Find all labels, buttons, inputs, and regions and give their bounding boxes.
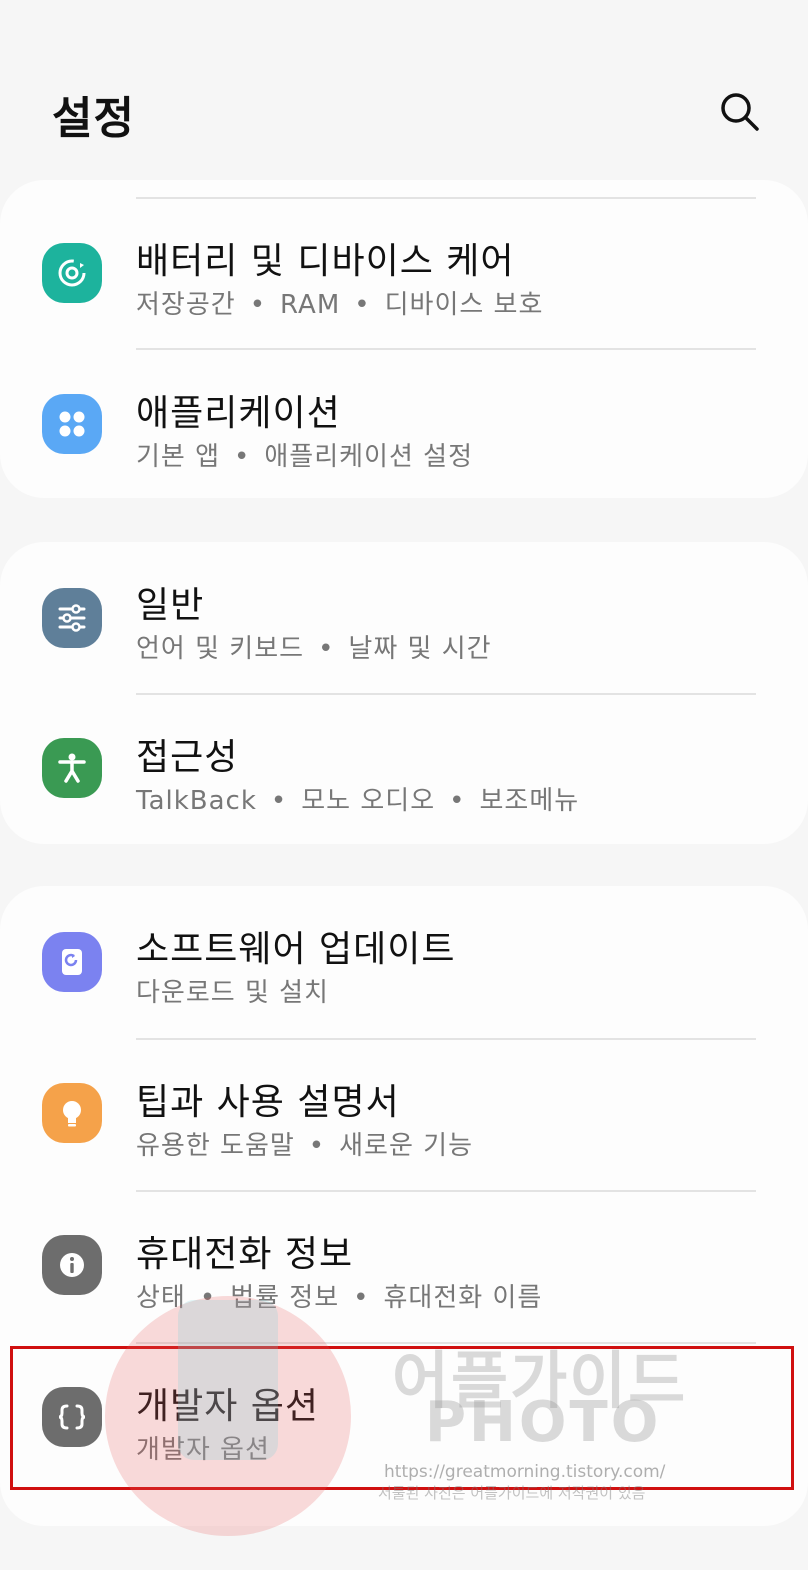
menu-item-subtitle: 저장공간 • RAM • 디바이스 보호 bbox=[136, 284, 543, 321]
menu-item-title: 개발자 옵션 bbox=[136, 1386, 320, 1427]
menu-item-title: 팁과 사용 설명서 bbox=[136, 1082, 400, 1123]
menu-item-subtitle: 상태 • 법률 정보 • 휴대전화 이름 bbox=[136, 1277, 542, 1314]
menu-item-developer-options[interactable]: 개발자 옵션 개발자 옵션 bbox=[0, 1343, 808, 1495]
menu-item-subtitle: 개발자 옵션 bbox=[136, 1429, 270, 1466]
subtitle-part: 언어 및 키보드 bbox=[136, 634, 305, 664]
menu-item-title: 휴대전화 정보 bbox=[136, 1234, 354, 1275]
sliders-icon bbox=[42, 588, 102, 648]
separator-dot: • bbox=[199, 1283, 217, 1313]
menu-item-subtitle: 기본 앱 • 애플리케이션 설정 bbox=[136, 436, 473, 473]
subtitle-part: RAM bbox=[280, 290, 341, 320]
lightbulb-icon bbox=[42, 1083, 102, 1143]
menu-item-tips[interactable]: 팁과 사용 설명서 유용한 도움말 • 새로운 기능 bbox=[0, 1039, 808, 1191]
subtitle-part: 다운로드 및 설치 bbox=[136, 978, 329, 1008]
info-icon bbox=[42, 1235, 102, 1295]
separator-dot: • bbox=[234, 442, 251, 472]
apps-icon bbox=[42, 394, 102, 454]
subtitle-part: 모노 오디오 bbox=[301, 786, 436, 816]
menu-item-subtitle: 언어 및 키보드 • 날짜 및 시간 bbox=[136, 628, 492, 665]
settings-group-1: 배터리 및 디바이스 케어 저장공간 • RAM • 디바이스 보호 애플리케이션 기본… bbox=[0, 180, 808, 498]
separator-dot: • bbox=[308, 1131, 326, 1161]
menu-item-software-update[interactable]: 소프트웨어 업데이트 다운로드 및 설치 bbox=[0, 886, 808, 1038]
separator-dot: • bbox=[354, 290, 371, 320]
search-icon bbox=[721, 93, 759, 131]
subtitle-part: 새로운 기능 bbox=[339, 1131, 474, 1161]
menu-item-accessibility[interactable]: 접근성 TalkBack • 모노 오디오 • 보조메뉴 bbox=[0, 694, 808, 844]
menu-item-subtitle: TalkBack • 모노 오디오 • 보조메뉴 bbox=[136, 780, 579, 817]
menu-item-general[interactable]: 일반 언어 및 키보드 • 날짜 및 시간 bbox=[0, 542, 808, 694]
menu-item-device-care[interactable]: 배터리 및 디바이스 케어 저장공간 • RAM • 디바이스 보호 bbox=[0, 198, 808, 350]
separator-dot: • bbox=[318, 634, 335, 664]
menu-item-subtitle: 다운로드 및 설치 bbox=[136, 972, 329, 1009]
settings-group-3: 소프트웨어 업데이트 다운로드 및 설치 팁과 사용 설명서 유용한 도움말 • 새… bbox=[0, 886, 808, 1526]
menu-item-title: 접근성 bbox=[136, 737, 239, 778]
menu-item-subtitle: 유용한 도움말 • 새로운 기능 bbox=[136, 1125, 473, 1162]
search-button[interactable] bbox=[716, 88, 764, 136]
subtitle-part: 날짜 및 시간 bbox=[348, 634, 492, 664]
device-care-icon bbox=[42, 243, 102, 303]
menu-item-about-phone[interactable]: 휴대전화 정보 상태 • 법률 정보 • 휴대전화 이름 bbox=[0, 1191, 808, 1343]
separator-dot: • bbox=[353, 1283, 370, 1313]
subtitle-part: 법률 정보 bbox=[230, 1283, 340, 1313]
separator-dot: • bbox=[249, 290, 267, 320]
page-title: 설정 bbox=[52, 93, 135, 144]
menu-item-applications[interactable]: 애플리케이션 기본 앱 • 애플리케이션 설정 bbox=[0, 350, 808, 498]
subtitle-part: 디바이스 보호 bbox=[384, 290, 544, 320]
subtitle-part: TalkBack bbox=[136, 786, 257, 816]
app-header: 설정 bbox=[0, 0, 808, 180]
menu-item-title: 소프트웨어 업데이트 bbox=[136, 929, 456, 970]
subtitle-part: 보조메뉴 bbox=[479, 786, 580, 816]
subtitle-part: 유용한 도움말 bbox=[136, 1131, 295, 1161]
developer-braces-icon bbox=[42, 1387, 102, 1447]
menu-item-title: 배터리 및 디바이스 케어 bbox=[136, 241, 515, 282]
accessibility-icon bbox=[42, 738, 102, 798]
subtitle-part: 개발자 옵션 bbox=[136, 1435, 270, 1465]
software-update-icon bbox=[42, 932, 102, 992]
settings-group-2: 일반 언어 및 키보드 • 날짜 및 시간 접근성 TalkBack • 모노 오디오 •… bbox=[0, 542, 808, 844]
subtitle-part: 저장공간 bbox=[136, 290, 236, 320]
subtitle-part: 상태 bbox=[136, 1283, 186, 1313]
subtitle-part: 애플리케이션 설정 bbox=[264, 442, 473, 472]
separator-dot: • bbox=[449, 786, 466, 816]
separator-dot: • bbox=[270, 786, 288, 816]
subtitle-part: 기본 앱 bbox=[136, 442, 221, 472]
subtitle-part: 휴대전화 이름 bbox=[383, 1283, 543, 1313]
menu-item-title: 일반 bbox=[136, 585, 205, 626]
menu-item-title: 애플리케이션 bbox=[136, 393, 341, 434]
